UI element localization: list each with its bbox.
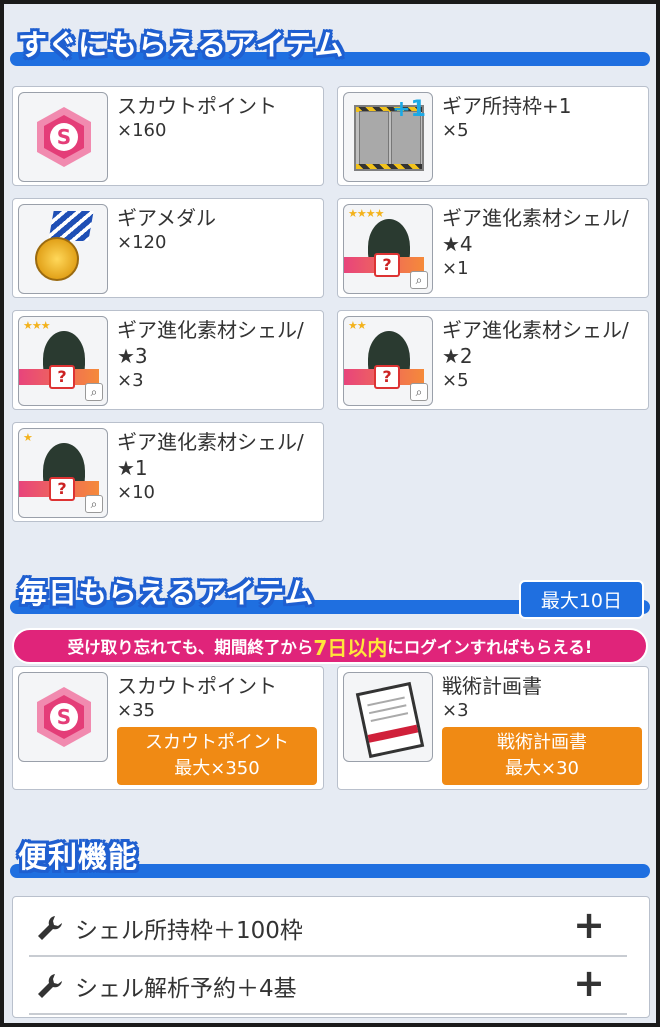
notice-highlight: 7日以内 [313,635,388,660]
item-name: スカウトポイント [117,94,277,118]
wrench-icon [38,974,62,998]
max-total-value: 最大×350 [174,758,260,779]
notice-text-post: にログインすればもらえる! [387,638,593,657]
gear-medal-icon [18,204,108,294]
section-header-convenience: 便利機能 [10,834,650,882]
magnify-icon[interactable]: ⌕ [410,383,428,401]
section-header-instant: すぐにもらえるアイテム [10,22,650,70]
section-title: 毎日もらえるアイテム [18,576,315,610]
item-quantity: ×3 [442,700,469,721]
item-name: ギア進化素材シェル/ [442,206,629,230]
magnify-icon[interactable]: ⌕ [85,495,103,513]
item-card-gear-slot[interactable]: +1 ギア所持枠+1 ×5 [337,86,649,186]
convenience-label: シェル解析予約＋4基 [75,976,297,1002]
scout-point-icon: S [18,672,108,762]
item-quantity: ×5 [442,370,469,391]
notice-banner: 受け取り忘れても、期間終了から 7日以内 にログインすればもらえる! [12,628,648,664]
item-card-shell-4[interactable]: ★★★★ ? ⌕ ギア進化素材シェル/ ★4 ×1 [337,198,649,298]
section-title: 便利機能 [18,840,139,874]
item-quantity: ×1 [442,258,469,279]
item-name: ギア進化素材シェル/ [117,318,304,342]
max-total-label: スカウトポイント 最大×350 [117,727,317,785]
rarity-stars: ★★ [348,319,367,332]
section-title: すぐにもらえるアイテム [18,28,345,62]
plus-icon[interactable]: + [573,903,605,947]
magnify-icon[interactable]: ⌕ [85,383,103,401]
max-total-item: 戦術計画書 [497,732,587,753]
convenience-row-shell-analysis[interactable]: シェル解析予約＋4基 + [29,957,627,1015]
item-quantity: ×5 [442,120,469,141]
item-card-shell-2[interactable]: ★★ ? ⌕ ギア進化素材シェル/ ★2 ×5 [337,310,649,410]
daily-card-scout-point[interactable]: S スカウトポイント ×35 スカウトポイント 最大×350 [12,666,324,790]
max-total-value: 最大×30 [505,758,579,779]
notice-text-pre: 受け取り忘れても、期間終了から [67,638,314,657]
shell-icon: ★★★ ? ⌕ [18,316,108,406]
item-quantity: ×35 [117,700,155,721]
item-quantity: ×3 [117,370,144,391]
rarity-stars: ★★★ [23,319,51,332]
convenience-label: シェル所持枠＋100枠 [75,918,303,944]
bundle-contents-panel: すぐにもらえるアイテム S スカウトポイント ×160 +1 ギア所持枠+1 ×… [4,4,656,1023]
item-name: ギアメダル [117,206,216,230]
magnify-icon[interactable]: ⌕ [410,271,428,289]
item-quantity: ×160 [117,120,167,141]
item-name: スカウトポイント [117,674,277,698]
shell-icon: ★ ? ⌕ [18,428,108,518]
max-total-label: 戦術計画書 最大×30 [442,727,642,785]
item-rarity: ★4 [442,232,473,256]
wrench-icon [38,916,62,940]
tactics-book-icon [343,672,433,762]
item-name: 戦術計画書 [442,674,542,698]
item-name: ギア進化素材シェル/ [442,318,629,342]
item-quantity: ×120 [117,232,167,253]
convenience-panel: シェル所持枠＋100枠 + シェル解析予約＋4基 + [12,896,650,1018]
item-rarity: ★3 [117,344,148,368]
item-name: ギア所持枠+1 [442,94,572,118]
item-rarity: ★1 [117,456,148,480]
item-rarity: ★2 [442,344,473,368]
item-card-scout-point[interactable]: S スカウトポイント ×160 [12,86,324,186]
item-card-shell-1[interactable]: ★ ? ⌕ ギア進化素材シェル/ ★1 ×10 [12,422,324,522]
scout-point-icon: S [18,92,108,182]
item-card-shell-3[interactable]: ★★★ ? ⌕ ギア進化素材シェル/ ★3 ×3 [12,310,324,410]
plus-icon[interactable]: + [573,961,605,1005]
item-card-gear-medal[interactable]: ギアメダル ×120 [12,198,324,298]
daily-card-tactics-book[interactable]: 戦術計画書 ×3 戦術計画書 最大×30 [337,666,649,790]
item-name: ギア進化素材シェル/ [117,430,304,454]
rarity-stars: ★★★★ [348,207,384,220]
convenience-row-shell-slots[interactable]: シェル所持枠＋100枠 + [29,899,627,957]
item-quantity: ×10 [117,482,155,503]
gear-slot-icon: +1 [343,92,433,182]
max-days-badge: 最大10日 [518,580,644,619]
shell-icon: ★★★★ ? ⌕ [343,204,433,294]
max-total-item: スカウトポイント [145,732,289,753]
rarity-stars: ★ [23,431,33,444]
shell-icon: ★★ ? ⌕ [343,316,433,406]
